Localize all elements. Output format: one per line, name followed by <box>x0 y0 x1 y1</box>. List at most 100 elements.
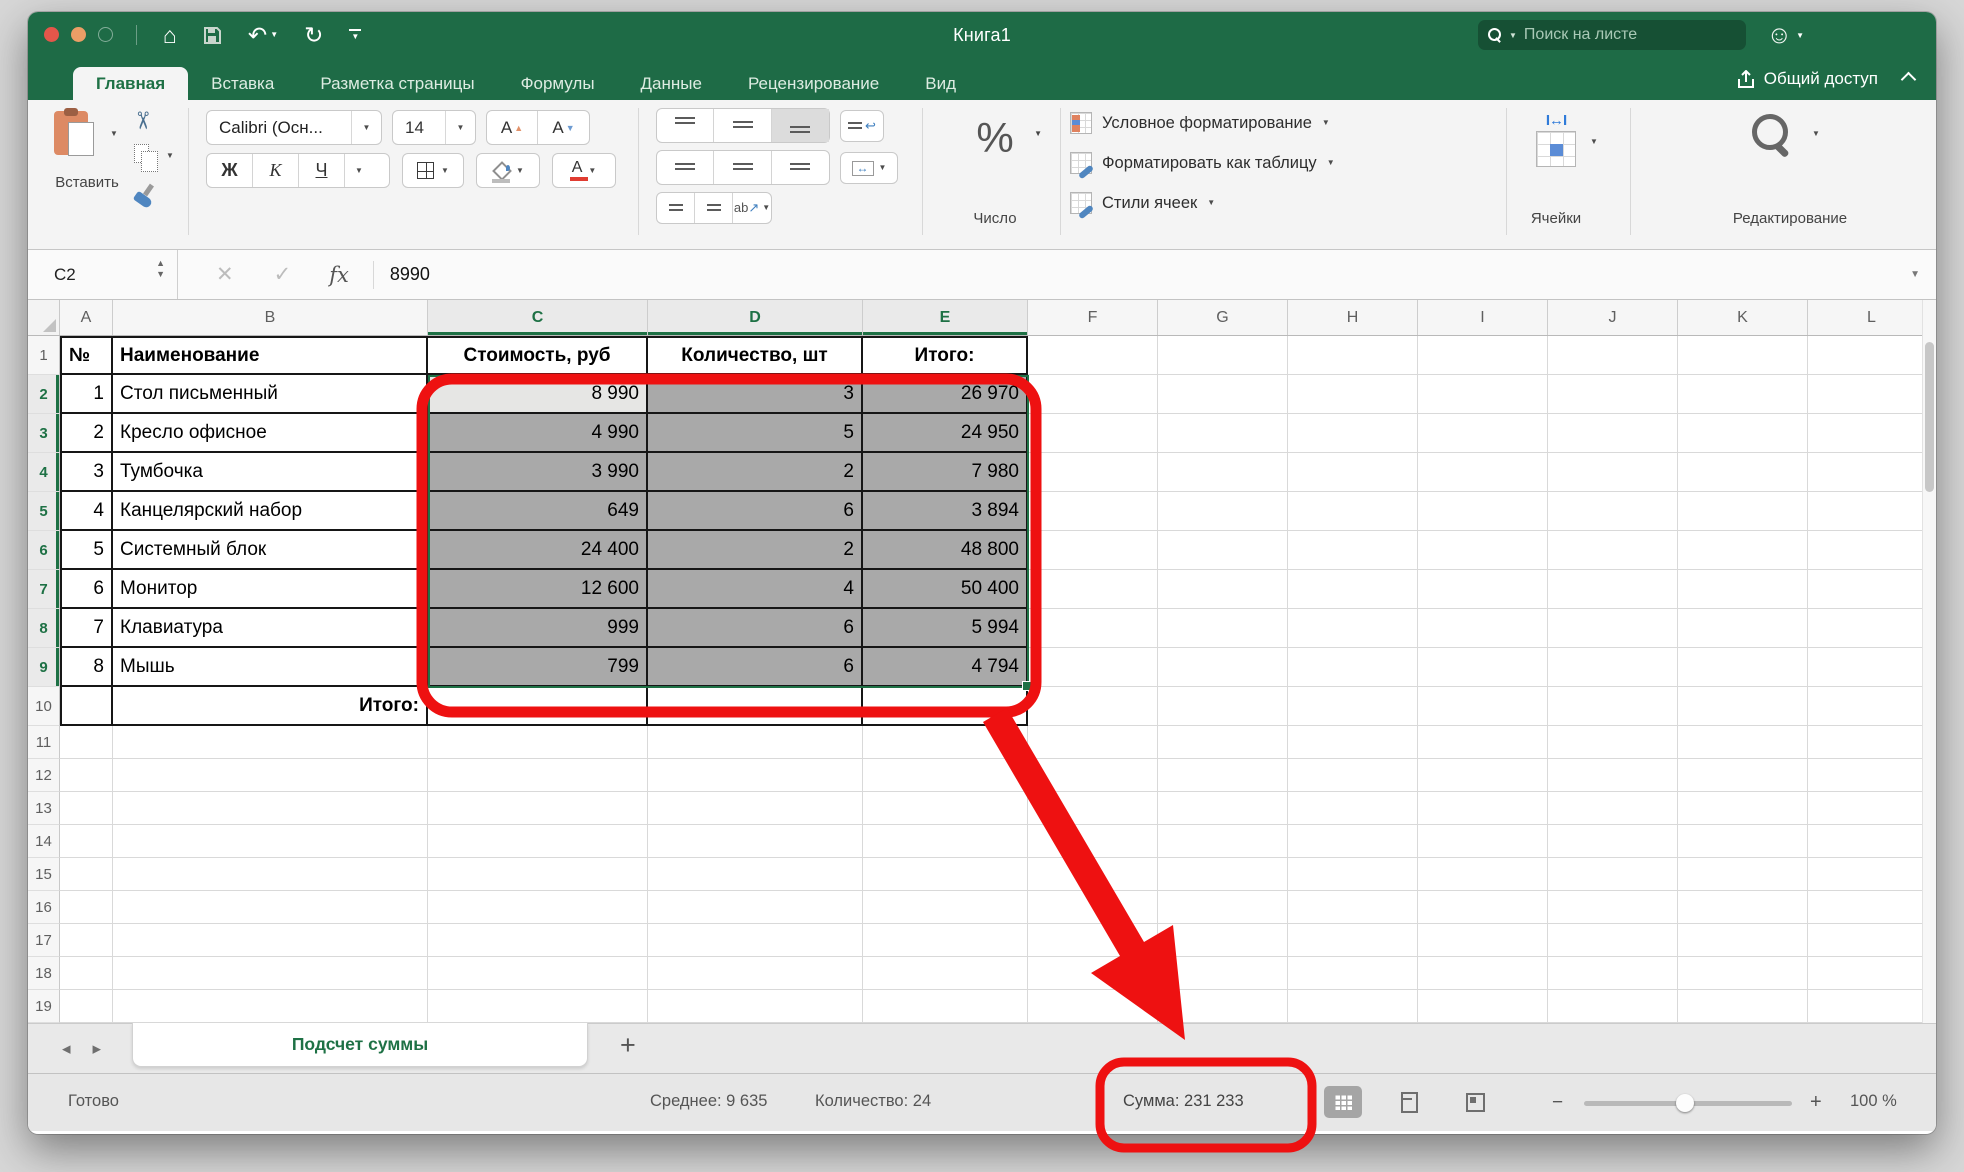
cell-K15[interactable] <box>1678 858 1808 891</box>
cell-H10[interactable] <box>1288 687 1418 726</box>
column-header-B[interactable]: B <box>113 300 428 335</box>
cell-I18[interactable] <box>1418 957 1548 990</box>
cell-J17[interactable] <box>1548 924 1678 957</box>
cell-I10[interactable] <box>1418 687 1548 726</box>
merge-center-button[interactable]: ↔▼ <box>840 152 898 184</box>
paste-button[interactable] <box>54 108 100 162</box>
cell-B6[interactable]: Системный блок <box>113 531 428 570</box>
align-middle-button[interactable] <box>714 109 771 142</box>
cell-F8[interactable] <box>1028 609 1158 648</box>
align-center-button[interactable] <box>714 151 771 184</box>
cell-F2[interactable] <box>1028 375 1158 414</box>
cell-B7[interactable]: Монитор <box>113 570 428 609</box>
cell-K4[interactable] <box>1678 453 1808 492</box>
row-header-4[interactable]: 4 <box>28 453 60 492</box>
cell-L16[interactable] <box>1808 891 1936 924</box>
cell-F5[interactable] <box>1028 492 1158 531</box>
cell-F4[interactable] <box>1028 453 1158 492</box>
cell-F1[interactable] <box>1028 336 1158 375</box>
cell-A14[interactable] <box>60 825 113 858</box>
editing-dropdown-icon[interactable]: ▼ <box>1812 130 1820 138</box>
tab-home[interactable]: Главная <box>73 67 188 100</box>
font-size-select[interactable]: 14 ▼ <box>392 110 476 145</box>
row-header-2[interactable]: 2 <box>28 375 60 414</box>
cell-G6[interactable] <box>1158 531 1288 570</box>
cell-A17[interactable] <box>60 924 113 957</box>
search-input[interactable]: ▼ Поиск на листе <box>1478 20 1746 50</box>
cell-I15[interactable] <box>1418 858 1548 891</box>
cancel-icon[interactable]: ✕ <box>216 262 234 287</box>
cell-J7[interactable] <box>1548 570 1678 609</box>
cell-I5[interactable] <box>1418 492 1548 531</box>
cell-B5[interactable]: Канцелярский набор <box>113 492 428 531</box>
cell-I19[interactable] <box>1418 990 1548 1023</box>
cell-J10[interactable] <box>1548 687 1678 726</box>
cell-J16[interactable] <box>1548 891 1678 924</box>
cell-A3[interactable]: 2 <box>60 414 113 453</box>
cell-styles-button[interactable]: Стили ячеек▼ <box>1070 188 1215 218</box>
cell-C1[interactable]: Стоимость, руб <box>428 336 648 375</box>
cell-J3[interactable] <box>1548 414 1678 453</box>
row-header-11[interactable]: 11 <box>28 726 60 759</box>
cell-F19[interactable] <box>1028 990 1158 1023</box>
cell-F9[interactable] <box>1028 648 1158 687</box>
format-as-table-button[interactable]: Форматировать как таблицу▼ <box>1070 148 1335 178</box>
cell-D9[interactable]: 6 <box>648 648 863 687</box>
cell-K10[interactable] <box>1678 687 1808 726</box>
column-header-E[interactable]: E <box>863 300 1028 335</box>
cell-E3[interactable]: 24 950 <box>863 414 1028 453</box>
cell-L15[interactable] <box>1808 858 1936 891</box>
cell-E9[interactable]: 4 794 <box>863 648 1028 687</box>
zoom-slider-thumb[interactable] <box>1676 1094 1694 1112</box>
prev-sheet-icon[interactable]: ◂ <box>62 1039 71 1059</box>
cell-D10[interactable] <box>648 687 863 726</box>
cell-B17[interactable] <box>113 924 428 957</box>
cell-B14[interactable] <box>113 825 428 858</box>
cell-E17[interactable] <box>863 924 1028 957</box>
cell-F13[interactable] <box>1028 792 1158 825</box>
enter-icon[interactable]: ✓ <box>274 262 292 287</box>
zoom-out-button[interactable]: − <box>1552 1092 1563 1114</box>
cell-K8[interactable] <box>1678 609 1808 648</box>
decrease-indent-button[interactable] <box>657 193 695 223</box>
conditional-formatting-button[interactable]: Условное форматирование▼ <box>1070 108 1330 138</box>
paste-dropdown-icon[interactable]: ▼ <box>110 130 118 138</box>
tab-data[interactable]: Данные <box>618 67 725 100</box>
cell-G11[interactable] <box>1158 726 1288 759</box>
cell-A4[interactable]: 3 <box>60 453 113 492</box>
cell-G19[interactable] <box>1158 990 1288 1023</box>
sheet-tab-active[interactable]: Подсчет суммы <box>132 1023 588 1067</box>
cell-I14[interactable] <box>1418 825 1548 858</box>
row-header-8[interactable]: 8 <box>28 609 60 648</box>
decrease-font-button[interactable]: A▼ <box>538 111 589 144</box>
row-header-7[interactable]: 7 <box>28 570 60 609</box>
cell-G2[interactable] <box>1158 375 1288 414</box>
cell-F15[interactable] <box>1028 858 1158 891</box>
cell-B4[interactable]: Тумбочка <box>113 453 428 492</box>
cell-D8[interactable]: 6 <box>648 609 863 648</box>
copy-icon[interactable] <box>134 144 149 163</box>
cell-H19[interactable] <box>1288 990 1418 1023</box>
borders-button[interactable]: ▼ <box>402 153 464 188</box>
cell-I13[interactable] <box>1418 792 1548 825</box>
cell-A5[interactable]: 4 <box>60 492 113 531</box>
cell-K6[interactable] <box>1678 531 1808 570</box>
cell-L19[interactable] <box>1808 990 1936 1023</box>
cell-L1[interactable] <box>1808 336 1936 375</box>
cell-D1[interactable]: Количество, шт <box>648 336 863 375</box>
cell-E1[interactable]: Итого: <box>863 336 1028 375</box>
cell-C2[interactable]: 8 990 <box>428 375 648 414</box>
cell-L13[interactable] <box>1808 792 1936 825</box>
row-header-9[interactable]: 9 <box>28 648 60 687</box>
cell-B15[interactable] <box>113 858 428 891</box>
cell-J8[interactable] <box>1548 609 1678 648</box>
cell-G9[interactable] <box>1158 648 1288 687</box>
formula-input[interactable]: 8990 <box>390 264 430 285</box>
cell-I6[interactable] <box>1418 531 1548 570</box>
cell-C19[interactable] <box>428 990 648 1023</box>
cell-A2[interactable]: 1 <box>60 375 113 414</box>
cell-L18[interactable] <box>1808 957 1936 990</box>
cell-A1[interactable]: № <box>60 336 113 375</box>
cell-E13[interactable] <box>863 792 1028 825</box>
cell-D12[interactable] <box>648 759 863 792</box>
